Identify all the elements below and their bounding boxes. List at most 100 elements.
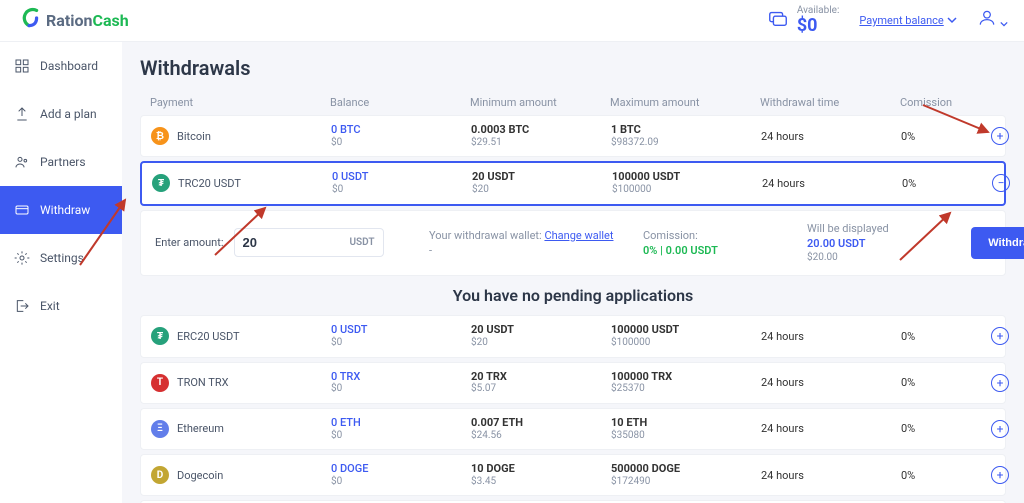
table-row[interactable]: ₮TRC20 USDT0 USDT$020 USDT$20100000 USDT… <box>140 161 1006 205</box>
form-commission-label: Comission: <box>643 228 793 243</box>
wallet-label: Your withdrawal wallet: <box>429 229 542 242</box>
max-value: 500000 DOGE <box>611 462 761 476</box>
max-value: 100000 USDT <box>611 323 761 337</box>
max-value: 1 BTC <box>611 123 761 137</box>
max-sub: $100000 <box>611 337 761 350</box>
min-value: 20 USDT <box>472 170 612 184</box>
coin-icon: T <box>151 374 169 392</box>
amount-input[interactable] <box>243 235 323 250</box>
coin-name: Ethereum <box>177 422 224 435</box>
time-value: 24 hours <box>761 330 901 343</box>
time-value: 24 hours <box>761 376 901 389</box>
expand-icon[interactable]: + <box>991 327 1009 345</box>
min-value: 20 TRX <box>471 370 611 384</box>
min-value: 0.007 ETH <box>471 416 611 430</box>
max-value: 100000 USDT <box>612 170 762 184</box>
form-commission-pct: 0% <box>643 244 657 257</box>
min-value: 20 USDT <box>471 323 611 337</box>
main-content: Withdrawals Payment Balance Minimum amou… <box>122 42 1024 503</box>
withdraw-funds-button[interactable]: Withdraw Funds <box>971 227 1024 259</box>
collapse-icon[interactable]: − <box>992 174 1010 192</box>
payment-balance-label: Payment balance <box>859 14 943 27</box>
commission-value: 0% <box>901 330 991 343</box>
max-sub: $172490 <box>611 476 761 489</box>
coin-icon: Ξ <box>151 420 169 438</box>
time-value: 24 hours <box>761 469 901 482</box>
sidebar-item-settings[interactable]: Settings <box>0 234 122 282</box>
time-value: 24 hours <box>762 177 902 190</box>
max-sub: $98372.09 <box>611 137 761 150</box>
coin-icon: D <box>151 466 169 484</box>
topbar: RationCash Available: $0 Payment balance <box>0 0 1024 42</box>
sidebar: Dashboard Add a plan Partners Withdraw S… <box>0 42 122 503</box>
max-value: 100000 TRX <box>611 370 761 384</box>
logo-text-1: Ration <box>46 11 92 30</box>
sidebar-item-label: Withdraw <box>40 203 90 217</box>
sidebar-item-label: Exit <box>40 299 60 313</box>
balance-sub: $0 <box>332 184 472 197</box>
commission-value: 0% <box>901 422 991 435</box>
payment-balance-link[interactable]: Payment balance <box>859 14 956 27</box>
expand-icon[interactable]: + <box>991 420 1009 438</box>
min-sub: $29.51 <box>471 137 611 150</box>
sidebar-item-withdraw[interactable]: Withdraw <box>0 186 122 234</box>
coin-name: ERC20 USDT <box>177 330 240 343</box>
sidebar-item-label: Add a plan <box>40 107 97 121</box>
balance-value: 0 USDT <box>331 323 471 337</box>
top-right: Available: $0 Payment balance <box>767 5 1008 36</box>
change-wallet-link[interactable]: Change wallet <box>544 229 613 242</box>
form-display-label: Will be displayed <box>807 221 957 236</box>
time-value: 24 hours <box>761 422 901 435</box>
coin-icon: ₿ <box>151 127 169 145</box>
table-row[interactable]: ₮ERC20 USDT0 USDT$020 USDT$20100000 USDT… <box>140 315 1006 357</box>
expand-icon[interactable]: + <box>991 374 1009 392</box>
expand-icon[interactable]: + <box>991 127 1009 145</box>
table-row[interactable]: ₿Bitcoin0 BTC$00.0003 BTC$29.511 BTC$983… <box>140 115 1006 157</box>
table-row[interactable]: DDogecoin0 DOGE$010 DOGE$3.45500000 DOGE… <box>140 454 1006 496</box>
amount-unit: USDT <box>349 237 374 248</box>
coin-name: Bitcoin <box>177 130 211 143</box>
balance-value: 0 TRX <box>331 370 471 384</box>
commission-value: 0% <box>901 469 991 482</box>
col-balance: Balance <box>330 96 470 109</box>
balance-sub: $0 <box>331 430 471 443</box>
time-value: 24 hours <box>761 130 901 143</box>
min-sub: $20 <box>471 337 611 350</box>
balance-value: 0 ETH <box>331 416 471 430</box>
logo-text-2: Cash <box>92 11 128 30</box>
table-header: Payment Balance Minimum amount Maximum a… <box>140 90 1006 115</box>
balance-value: 0 USDT <box>332 170 472 184</box>
dashboard-icon <box>14 58 30 74</box>
coin-icon: ₮ <box>151 327 169 345</box>
sidebar-item-partners[interactable]: Partners <box>0 138 122 186</box>
coin-name: TRON TRX <box>177 376 229 389</box>
table-row[interactable]: ΞEthereum0 ETH$00.007 ETH$24.5610 ETH$35… <box>140 408 1006 450</box>
max-value: 10 ETH <box>611 416 761 430</box>
balance-sub: $0 <box>331 383 471 396</box>
balance-value: $0 <box>797 16 840 36</box>
amount-input-wrapper[interactable]: USDT <box>234 228 384 257</box>
sidebar-item-exit[interactable]: Exit <box>0 282 122 330</box>
sidebar-item-add-plan[interactable]: Add a plan <box>0 90 122 138</box>
balance-value: 0 BTC <box>331 123 471 137</box>
col-commission: Comission <box>900 96 990 109</box>
upload-icon <box>14 106 30 122</box>
logo[interactable]: RationCash <box>16 5 129 37</box>
col-maximum: Maximum amount <box>610 96 760 109</box>
table-row[interactable]: TTRON TRX0 TRX$020 TRX$5.07100000 TRX$25… <box>140 362 1006 404</box>
sidebar-item-dashboard[interactable]: Dashboard <box>0 42 122 90</box>
expand-icon[interactable]: + <box>991 466 1009 484</box>
min-sub: $24.56 <box>471 430 611 443</box>
users-icon <box>14 154 30 170</box>
min-sub: $3.45 <box>471 476 611 489</box>
balance-widget: Available: $0 <box>767 5 840 36</box>
gear-icon <box>14 250 30 266</box>
col-minimum: Minimum amount <box>470 96 610 109</box>
form-display-val: 20.00 USDT <box>807 236 957 251</box>
wallet-icon <box>767 7 789 33</box>
user-menu-icon[interactable] <box>977 8 1008 32</box>
max-sub: $25370 <box>611 383 761 396</box>
commission-value: 0% <box>901 376 991 389</box>
sidebar-item-label: Partners <box>40 155 86 169</box>
coin-name: Dogecoin <box>177 469 223 482</box>
